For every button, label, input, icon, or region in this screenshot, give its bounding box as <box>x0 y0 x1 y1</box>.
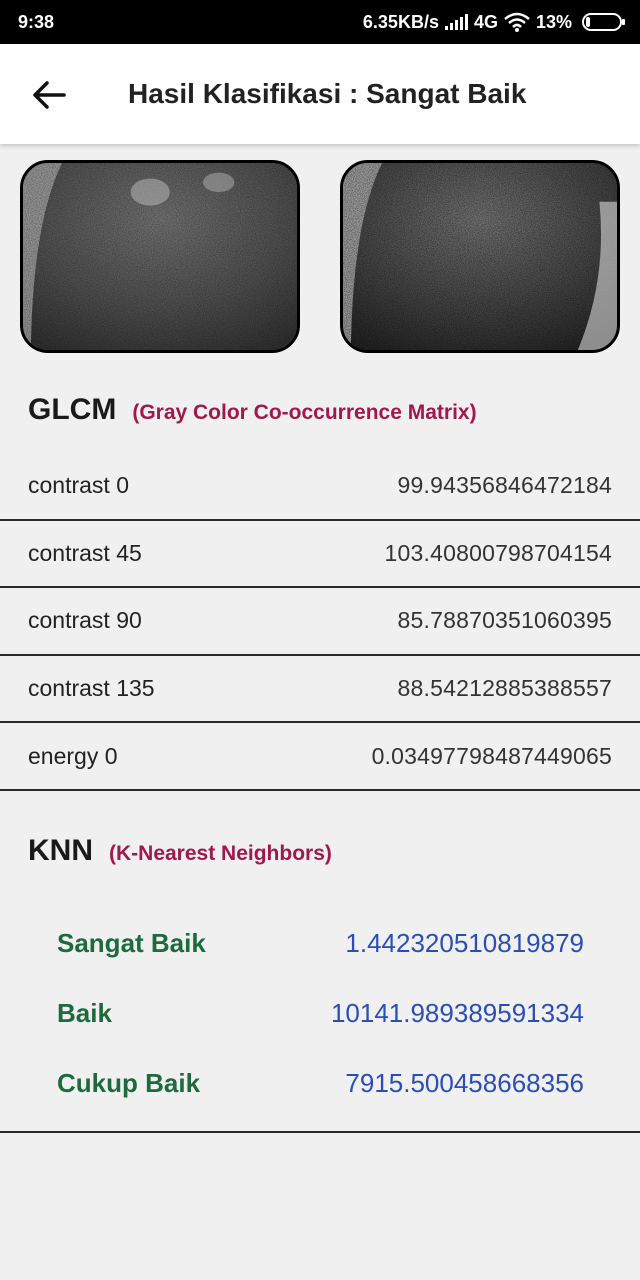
status-time: 9:38 <box>18 11 55 32</box>
glcm-value: 88.54212885388557 <box>397 675 612 702</box>
glcm-value: 0.03497798487449065 <box>371 742 612 769</box>
signal-icon <box>444 14 468 30</box>
network-speed: 6.35KB/s <box>362 11 439 32</box>
status-icons: 6.35KB/s 4G 13% <box>362 11 625 33</box>
arrow-left-icon <box>33 81 66 109</box>
table-row: contrast 0 99.94356846472184 <box>0 453 640 521</box>
glcm-value: 99.94356846472184 <box>397 472 612 499</box>
glcm-heading: GLCM (Gray Color Co-occurrence Matrix) <box>28 393 477 427</box>
table-row: contrast 90 85.78870351060395 <box>0 588 640 656</box>
glcm-value: 85.78870351060395 <box>397 607 612 634</box>
glcm-title: GLCM <box>28 393 117 426</box>
knn-value: 1.442320510819879 <box>345 927 584 958</box>
list-item: Baik 10141.989389591334 <box>0 978 640 1048</box>
table-row: contrast 45 103.40800798704154 <box>0 521 640 589</box>
list-item: Sangat Baik 1.442320510819879 <box>0 908 640 978</box>
wifi-icon <box>504 12 530 32</box>
knn-label: Sangat Baik <box>57 927 206 958</box>
original-image <box>20 160 300 353</box>
glcm-subtitle: (Gray Color Co-occurrence Matrix) <box>132 401 477 424</box>
knn-value: 10141.989389591334 <box>330 997 584 1028</box>
processed-image <box>340 160 620 353</box>
knn-heading: KNN (K-Nearest Neighbors) <box>28 834 332 868</box>
battery-percent: 13% <box>535 11 572 32</box>
table-row: contrast 135 88.54212885388557 <box>0 656 640 724</box>
back-button[interactable] <box>24 70 74 120</box>
glcm-value: 103.40800798704154 <box>384 539 612 566</box>
list-item: Cukup Baik 7915.500458668356 <box>0 1048 640 1118</box>
glcm-label: contrast 45 <box>28 539 142 566</box>
glcm-table: contrast 0 99.94356846472184 contrast 45… <box>0 453 640 791</box>
knn-label: Baik <box>57 997 112 1028</box>
knn-table: Sangat Baik 1.442320510819879 Baik 10141… <box>0 908 640 1118</box>
knn-label: Cukup Baik <box>57 1067 201 1098</box>
knn-value: 7915.500458668356 <box>345 1067 584 1098</box>
knn-subtitle: (K-Nearest Neighbors) <box>109 842 332 865</box>
battery-fill <box>586 17 590 27</box>
battery-icon <box>582 13 625 31</box>
knn-title: KNN <box>28 834 93 867</box>
divider <box>0 1131 640 1133</box>
page-title: Hasil Klasifikasi : Sangat Baik <box>128 78 527 109</box>
status-bar: 9:38 6.35KB/s 4G 13% <box>0 0 640 44</box>
app-bar: Hasil Klasifikasi : Sangat Baik <box>0 44 640 144</box>
glcm-label: energy 0 <box>28 742 118 769</box>
network-type: 4G <box>473 11 498 32</box>
glcm-label: contrast 0 <box>28 472 129 499</box>
table-row: energy 0 0.03497798487449065 <box>0 723 640 791</box>
glcm-label: contrast 90 <box>28 607 142 634</box>
glcm-label: contrast 135 <box>28 675 155 702</box>
